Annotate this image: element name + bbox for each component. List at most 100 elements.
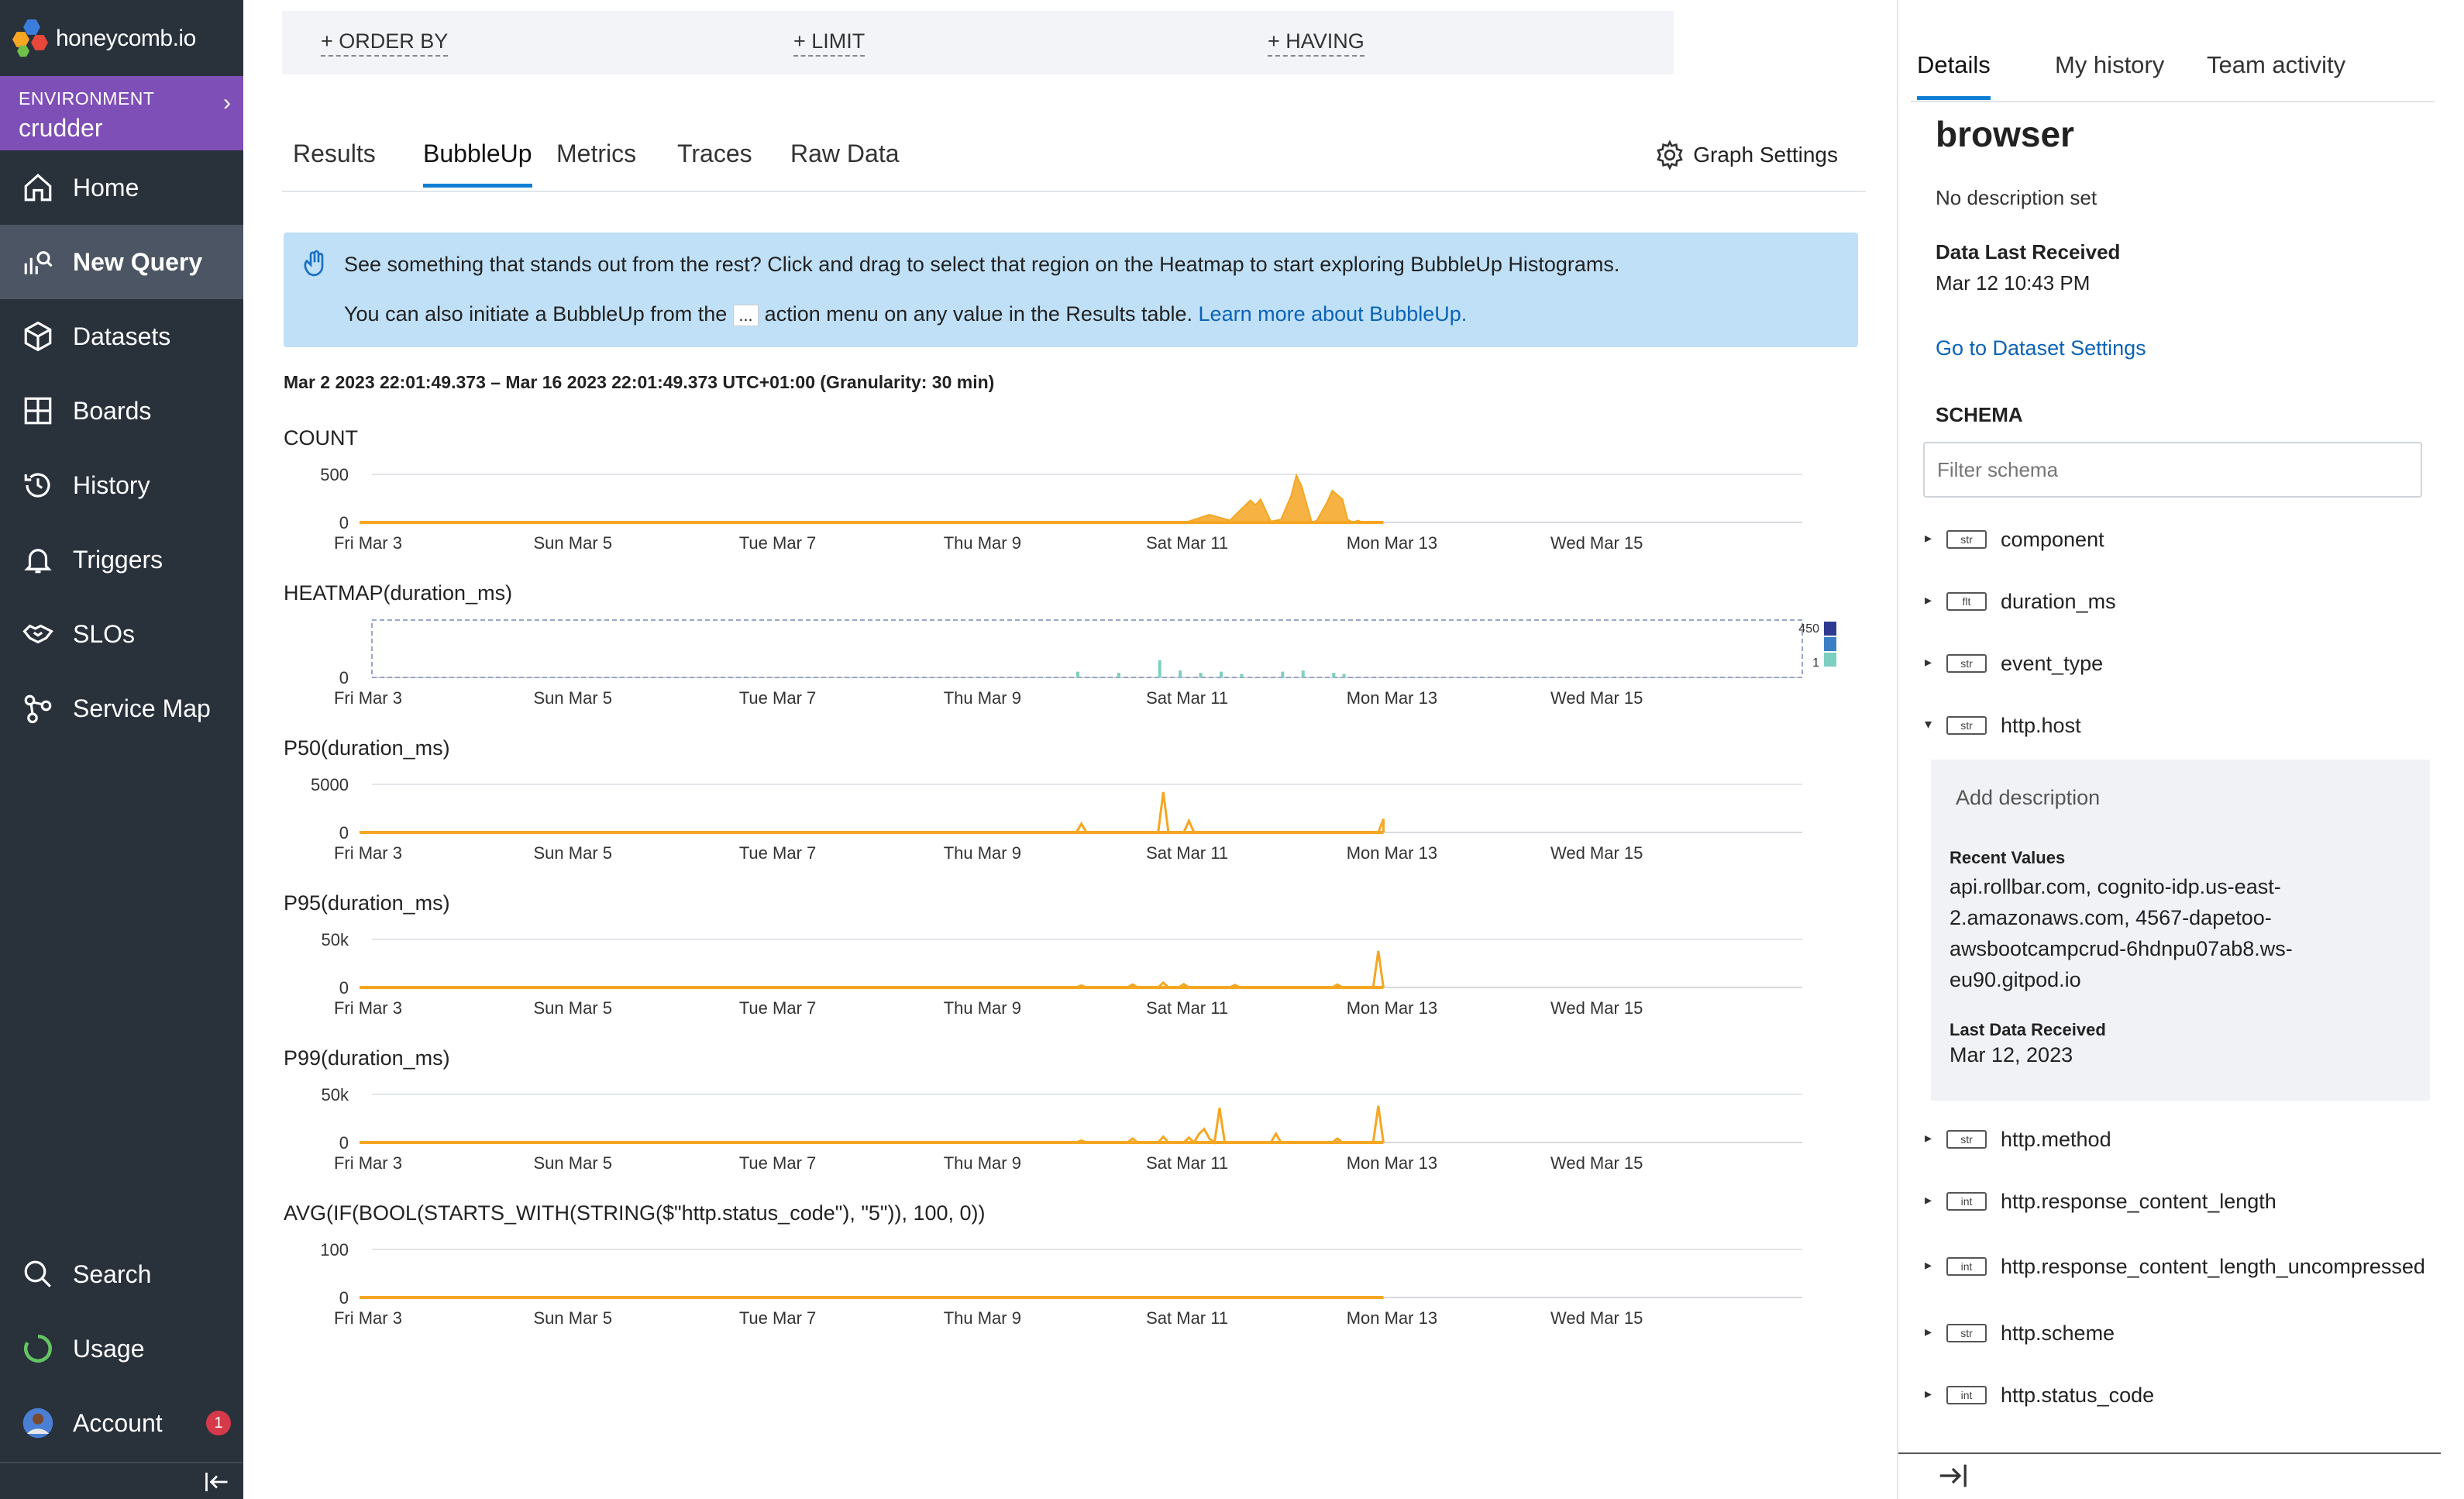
field-type: str [1946, 1130, 1987, 1149]
y-tick-label: 0 [339, 513, 349, 532]
y-tick-label: 50k [322, 1085, 349, 1104]
brand-name: honeycomb.io [56, 26, 196, 51]
usage-ring-icon [24, 1334, 52, 1363]
nav-item-slos[interactable]: SLOs [0, 597, 243, 671]
chart-title: P99(duration_ms) [284, 1046, 450, 1070]
field-type: int [1946, 1192, 1987, 1211]
service-map-icon [24, 694, 52, 724]
x-tick-label: Fri Mar 3 [334, 688, 402, 708]
filter-schema-input[interactable] [1923, 442, 2422, 498]
collapse-left-icon [205, 1473, 228, 1491]
nav-label: Service Map [73, 694, 211, 722]
x-tick-label: Mon Mar 13 [1347, 533, 1437, 553]
heatmap-cell [1179, 670, 1182, 677]
data-last-received-label: Data Last Received [1936, 240, 2121, 264]
field-type: int [1946, 1386, 1987, 1404]
honeycomb-logo[interactable]: honeycomb.io [12, 9, 196, 68]
collapse-panel-button[interactable] [1898, 1452, 2441, 1499]
y-tick-label: 0 [339, 668, 349, 687]
caret-right-icon: ▸ [1925, 1324, 1932, 1339]
legend-swatch [1824, 653, 1836, 667]
schema-heading: SCHEMA [1936, 403, 2023, 426]
notification-badge: 1 [206, 1411, 231, 1435]
x-tick-label: Thu Mar 9 [944, 1308, 1021, 1328]
last-data-received-value: Mar 12, 2023 [1950, 1043, 2073, 1067]
x-tick-label: Sun Mar 5 [534, 533, 613, 553]
nav-item-service-map[interactable]: Service Map [0, 671, 243, 746]
charts-area: COUNT5000Fri Mar 3 Sun Mar 5 Tue Mar 7 Thu … [284, 426, 1836, 1328]
x-tick-label: Thu Mar 9 [944, 998, 1021, 1018]
x-tick-label: Thu Mar 9 [944, 533, 1021, 553]
nav-item-home[interactable]: Home [0, 150, 243, 225]
add-description-button[interactable]: Add description [1956, 786, 2100, 810]
x-tick-label: Fri Mar 3 [334, 1153, 402, 1173]
last-data-received-label: Last Data Received [1950, 1020, 2106, 1039]
field-type: str [1946, 1324, 1987, 1342]
nav-item-datasets[interactable]: Datasets [0, 299, 243, 374]
field-name: component [2001, 528, 2104, 551]
dataset-title: browser [1936, 114, 2074, 154]
tab-my-history[interactable]: My history [2055, 51, 2164, 96]
field-name: http.scheme [2001, 1322, 2115, 1345]
y-tick-label: 0 [339, 823, 349, 843]
x-tick-label: Mon Mar 13 [1347, 998, 1437, 1018]
chart-title: AVG(IF(BOOL(STARTS_WITH(STRING($"http.st… [284, 1201, 986, 1225]
nav-item-boards[interactable]: Boards [0, 374, 243, 448]
nav-item-search[interactable]: Search [0, 1237, 243, 1311]
x-tick-label: Sun Mar 5 [534, 843, 613, 863]
x-tick-label: Fri Mar 3 [334, 533, 402, 553]
collapse-nav-button[interactable] [0, 1462, 243, 1499]
left-nav: honeycomb.io ENVIRONMENT crudder › Home … [0, 0, 243, 1499]
field-type: str [1946, 530, 1987, 549]
x-tick-label: Wed Mar 15 [1550, 1308, 1643, 1328]
boards-icon [24, 397, 52, 425]
x-tick-label: Sat Mar 11 [1146, 1308, 1228, 1328]
dataset-settings-link[interactable]: Go to Dataset Settings [1936, 336, 2146, 360]
x-tick-label: Wed Mar 15 [1550, 688, 1643, 708]
field-name: duration_ms [2001, 590, 2116, 613]
field-name: http.method [2001, 1128, 2111, 1151]
x-tick-label: Sat Mar 11 [1146, 843, 1228, 863]
caret-down-icon: ▾ [1925, 716, 1932, 732]
heatmap-cell [1301, 670, 1305, 677]
caret-right-icon: ▸ [1925, 530, 1932, 546]
field-name: http.status_code [2001, 1384, 2155, 1407]
tab-details[interactable]: Details [1917, 51, 1991, 100]
nav-item-history[interactable]: History [0, 448, 243, 522]
legend-swatch [1824, 622, 1836, 636]
heatmap-cell [1281, 671, 1285, 677]
data-last-received-value: Mar 12 10:43 PM [1936, 271, 2091, 295]
heatmap-cell [1342, 674, 1346, 677]
x-tick-label: Wed Mar 15 [1550, 533, 1643, 553]
x-tick-label: Tue Mar 7 [739, 688, 816, 708]
tab-team-activity[interactable]: Team activity [2207, 51, 2345, 96]
x-tick-label: Fri Mar 3 [334, 1308, 402, 1328]
caret-right-icon: ▸ [1925, 654, 1932, 670]
environment-label: ENVIRONMENT [19, 88, 155, 109]
x-tick-label: Sat Mar 11 [1146, 998, 1228, 1018]
environment-selector[interactable]: ENVIRONMENT crudder › [0, 76, 243, 150]
series-line [360, 950, 1385, 989]
heatmap-frame [371, 619, 1803, 678]
caret-right-icon: ▸ [1925, 1130, 1932, 1146]
x-tick-label: Mon Mar 13 [1347, 1153, 1437, 1173]
nav-item-account[interactable]: Account 1 [0, 1386, 243, 1460]
nav-label: Home [73, 173, 139, 202]
chevron-right-icon: › [223, 90, 231, 115]
x-tick-label: Sun Mar 5 [534, 998, 613, 1018]
x-tick-label: Fri Mar 3 [334, 998, 402, 1018]
legend-label: 450 [1798, 622, 1819, 636]
handshake-icon [22, 624, 53, 644]
environment-name: crudder [19, 114, 103, 142]
caret-right-icon: ▸ [1925, 1257, 1932, 1273]
heatmap-cell [1240, 674, 1244, 677]
nav-label: Account [73, 1408, 163, 1437]
dataset-description: No description set [1936, 186, 2097, 209]
y-tick-label: 0 [339, 1288, 349, 1308]
x-tick-label: Mon Mar 13 [1347, 688, 1437, 708]
nav-item-triggers[interactable]: Triggers [0, 522, 243, 597]
nav-item-usage[interactable]: Usage [0, 1311, 243, 1386]
y-tick-label: 50k [322, 930, 349, 949]
nav-item-new-query[interactable]: New Query [0, 225, 243, 299]
field-details: Add description Recent Values api.rollba… [1931, 760, 2430, 1101]
